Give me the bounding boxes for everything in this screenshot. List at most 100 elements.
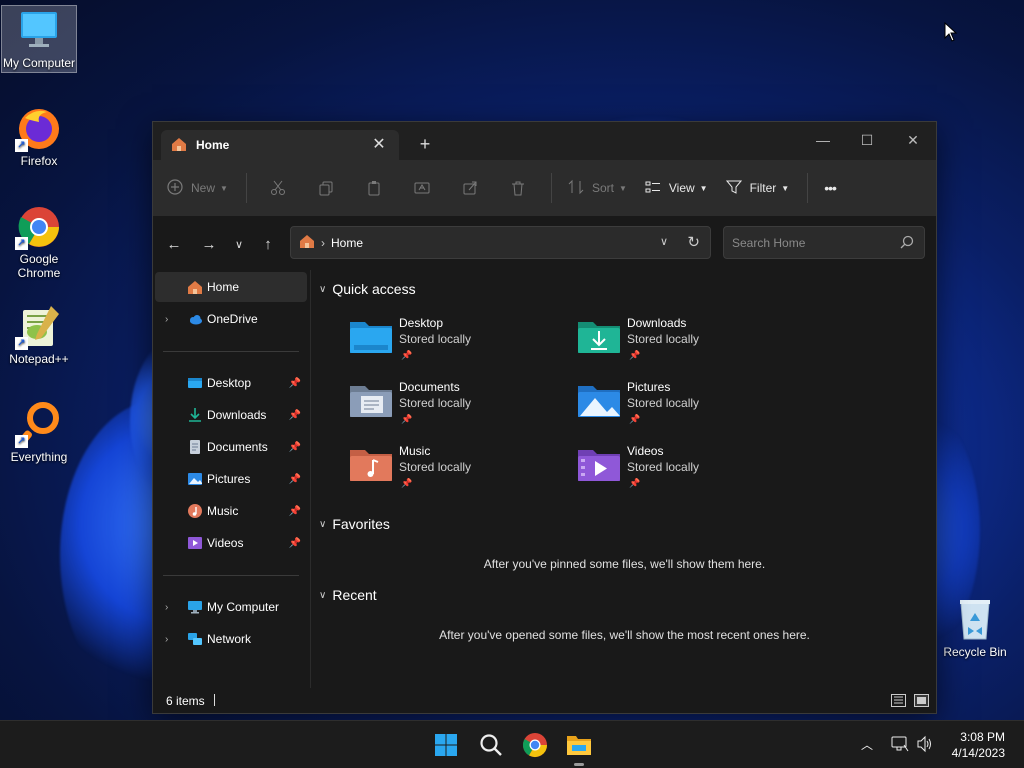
desktop-icon-everything[interactable]: ↗ Everything — [1, 400, 77, 464]
toolbar-divider — [807, 173, 809, 203]
pin-icon[interactable]: 📌 — [289, 378, 301, 389]
navigation-pane: Home › OneDrive Desktop 📌 Downloads 📌 Do… — [153, 270, 311, 688]
desktop-icon-label: Firefox — [20, 154, 58, 168]
breadcrumb-separator: › — [321, 235, 325, 250]
desktop-icon-notepadpp[interactable]: ↗ Notepad++ — [1, 302, 77, 366]
chrome-icon[interactable] — [521, 731, 549, 759]
item-status: Stored locally — [399, 460, 472, 474]
section-title: Recent — [332, 587, 377, 603]
details-view-icon[interactable] — [891, 694, 906, 707]
pin-icon[interactable]: 📌 — [289, 506, 301, 517]
pin-icon: 📌 — [401, 478, 413, 488]
mouse-cursor-icon — [944, 22, 958, 42]
item-status: Stored locally — [399, 396, 472, 410]
quick-access-item-pictures[interactable]: Pictures Stored locally 📌 — [577, 380, 787, 436]
rename-icon[interactable] — [407, 173, 437, 203]
command-bar: New ▼ Sort ▼ View ▼ Filter ▼ ••• — [153, 160, 936, 216]
quick-access-item-desktop[interactable]: Desktop Stored locally 📌 — [349, 316, 559, 372]
toolbar-divider — [550, 173, 552, 203]
tab-home[interactable]: Home ✕ — [161, 130, 399, 160]
view-button[interactable]: View ▼ — [645, 173, 708, 203]
new-button[interactable]: New ▼ — [167, 173, 228, 203]
quick-access-item-documents[interactable]: Documents Stored locally 📌 — [349, 380, 559, 436]
quick-access-header[interactable]: ∨ Quick access — [319, 281, 416, 297]
search-box[interactable] — [723, 226, 925, 259]
more-options-button[interactable]: ••• — [824, 173, 837, 203]
close-tab-icon[interactable]: ✕ — [369, 135, 389, 155]
chevron-down-icon: ∨ — [319, 283, 327, 295]
recent-header[interactable]: ∨ Recent — [319, 587, 377, 603]
address-bar[interactable]: › Home ∨ ↻ — [290, 226, 711, 259]
sidebar-item-pictures[interactable]: Pictures 📌 — [155, 464, 307, 494]
file-explorer-icon[interactable] — [565, 731, 593, 766]
search-icon[interactable] — [477, 731, 505, 759]
pin-icon[interactable]: 📌 — [289, 538, 301, 549]
documents-folder-icon — [350, 386, 392, 417]
item-count: 6 items — [166, 694, 205, 708]
sidebar-item-network[interactable]: › Network — [155, 624, 307, 654]
quick-access-item-downloads[interactable]: Downloads Stored locally 📌 — [577, 316, 787, 372]
chevron-down-icon: ∨ — [319, 518, 327, 530]
cut-icon[interactable] — [263, 173, 293, 203]
sort-icon — [568, 179, 584, 198]
desktop-icon-chrome[interactable]: ↗ Google Chrome — [1, 202, 77, 280]
new-tab-button[interactable]: + — [415, 134, 435, 154]
breadcrumb-home[interactable]: Home — [331, 236, 363, 250]
favorites-header[interactable]: ∨ Favorites — [319, 516, 390, 532]
up-arrow-icon[interactable]: ↑ — [257, 234, 279, 256]
download-icon — [187, 407, 203, 423]
maximize-button[interactable]: ☐ — [845, 126, 889, 154]
start-icon[interactable] — [432, 731, 460, 759]
sidebar-item-label: Pictures — [207, 472, 251, 486]
volume-icon[interactable] — [916, 735, 934, 756]
desktop-icon-recycle-bin[interactable]: Recycle Bin — [937, 595, 1013, 659]
refresh-icon[interactable]: ↻ — [687, 233, 700, 251]
pin-icon[interactable]: 📌 — [289, 442, 301, 453]
network-status-icon[interactable] — [891, 735, 909, 756]
pictures-folder-icon — [578, 386, 620, 417]
desktop-folder-icon — [350, 322, 392, 353]
forward-arrow-icon[interactable]: → — [198, 234, 220, 256]
address-history-chevron-icon[interactable]: ∨ — [660, 235, 668, 248]
title-bar: Home ✕ + — ☐ ✕ — [153, 122, 936, 160]
toolbar-divider — [245, 173, 247, 203]
sidebar-item-desktop[interactable]: Desktop 📌 — [155, 368, 307, 398]
chevron-right-icon[interactable]: › — [165, 314, 168, 325]
sidebar-item-documents[interactable]: Documents 📌 — [155, 432, 307, 462]
tiles-view-icon[interactable] — [914, 694, 929, 707]
clock[interactable]: 3:08 PM 4/14/2023 — [952, 729, 1005, 761]
sort-button[interactable]: Sort ▼ — [568, 173, 627, 203]
chevron-down-icon: ∨ — [319, 589, 327, 601]
desktop-icon-firefox[interactable]: ↗ Firefox — [1, 104, 77, 168]
pin-icon[interactable]: 📌 — [289, 474, 301, 485]
share-icon[interactable] — [455, 173, 485, 203]
recent-locations-chevron-icon[interactable]: ∨ — [228, 234, 250, 256]
file-explorer-window: Home ✕ + — ☐ ✕ New ▼ Sort ▼ View ▼ Filte… — [152, 121, 937, 714]
quick-access-item-music[interactable]: Music Stored locally 📌 — [349, 444, 559, 500]
sidebar-item-label: Network — [207, 632, 252, 646]
sidebar-item-onedrive[interactable]: › OneDrive — [155, 304, 307, 334]
minimize-button[interactable]: — — [801, 126, 845, 154]
sidebar-item-home[interactable]: Home — [155, 272, 307, 302]
close-window-button[interactable]: ✕ — [891, 126, 935, 154]
desktop-icon-my-computer[interactable]: My Computer — [1, 5, 77, 73]
item-status: Stored locally — [627, 332, 700, 346]
delete-icon[interactable] — [503, 173, 533, 203]
pin-icon[interactable]: 📌 — [289, 410, 301, 421]
quick-access-item-videos[interactable]: Videos Stored locally 📌 — [577, 444, 787, 500]
chevron-up-icon[interactable]: ︿ — [861, 736, 873, 753]
back-arrow-icon[interactable]: ← — [163, 234, 185, 256]
paste-icon[interactable] — [359, 173, 389, 203]
chevron-right-icon[interactable]: › — [165, 602, 168, 613]
sidebar-item-my-computer[interactable]: › My Computer — [155, 592, 307, 622]
desktop-icon-label: Google Chrome — [17, 252, 61, 280]
sidebar-item-downloads[interactable]: Downloads 📌 — [155, 400, 307, 430]
copy-icon[interactable] — [311, 173, 341, 203]
search-icon[interactable] — [900, 235, 914, 252]
search-input[interactable] — [732, 227, 892, 258]
filter-button[interactable]: Filter ▼ — [725, 173, 789, 203]
sidebar-item-music[interactable]: Music 📌 — [155, 496, 307, 526]
sidebar-item-videos[interactable]: Videos 📌 — [155, 528, 307, 558]
chevron-right-icon[interactable]: › — [165, 634, 168, 645]
notepadpp-icon: ↗ — [15, 302, 63, 350]
